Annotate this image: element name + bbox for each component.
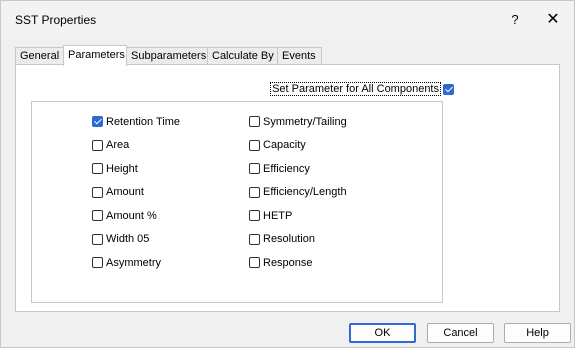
option-area[interactable]: Area [92, 134, 180, 158]
title-bar: SST Properties ? ✕ [1, 1, 574, 39]
option-resolution[interactable]: Resolution [249, 228, 347, 252]
hetp-checkbox[interactable] [249, 210, 260, 222]
retention-time-checkbox[interactable] [92, 116, 103, 128]
sst-properties-dialog: SST Properties ? ✕ General Parameters Su… [0, 0, 575, 348]
cancel-button[interactable]: Cancel [427, 323, 494, 343]
option-efficiency[interactable]: Efficiency [249, 157, 347, 181]
option-width-05[interactable]: Width 05 [92, 228, 180, 252]
tab-calculate-by[interactable]: Calculate By [207, 47, 278, 65]
option-retention-time[interactable]: Retention Time [92, 110, 180, 134]
ok-button[interactable]: OK [349, 323, 416, 343]
help-button[interactable]: Help [504, 323, 571, 343]
help-icon[interactable]: ? [505, 10, 525, 30]
option-label: Retention Time [106, 115, 180, 128]
symmetry-tailing-checkbox[interactable] [249, 116, 260, 128]
tab-events[interactable]: Events [277, 47, 322, 65]
option-amount[interactable]: Amount [92, 181, 180, 205]
option-hetp[interactable]: HETP [249, 204, 347, 228]
close-icon[interactable]: ✕ [541, 9, 565, 31]
option-symmetry-tailing[interactable]: Symmetry/Tailing [249, 110, 347, 134]
amount-checkbox[interactable] [92, 186, 103, 198]
capacity-checkbox[interactable] [249, 139, 260, 151]
window-title: SST Properties [15, 13, 97, 27]
set-all-components-label: Set Parameter for All Components [270, 82, 441, 96]
set-all-components-option[interactable]: Set Parameter for All Components [270, 82, 454, 96]
area-checkbox[interactable] [92, 139, 103, 151]
option-label: Efficiency [263, 162, 310, 175]
option-label: Symmetry/Tailing [263, 115, 347, 128]
parameter-groupbox: Retention Time Area Height Amount Amount… [31, 101, 443, 303]
option-label: Amount % [106, 209, 157, 222]
tab-parameters[interactable]: Parameters [63, 45, 127, 66]
amount-percent-checkbox[interactable] [92, 210, 103, 222]
option-asymmetry[interactable]: Asymmetry [92, 251, 180, 275]
right-parameter-column: Symmetry/Tailing Capacity Efficiency Eff… [249, 110, 347, 275]
option-label: Resolution [263, 233, 315, 246]
efficiency-length-checkbox[interactable] [249, 186, 260, 198]
option-label: Amount [106, 186, 144, 199]
option-height[interactable]: Height [92, 157, 180, 181]
option-label: Efficiency/Length [263, 186, 347, 199]
tab-subparameters[interactable]: Subparameters [126, 47, 208, 65]
option-efficiency-length[interactable]: Efficiency/Length [249, 181, 347, 205]
option-label: Asymmetry [106, 256, 161, 269]
efficiency-checkbox[interactable] [249, 163, 260, 175]
tab-general[interactable]: General [15, 47, 64, 65]
height-checkbox[interactable] [92, 163, 103, 175]
response-checkbox[interactable] [249, 257, 260, 269]
option-label: Height [106, 162, 138, 175]
resolution-checkbox[interactable] [249, 233, 260, 245]
width-05-checkbox[interactable] [92, 233, 103, 245]
option-label: Area [106, 139, 130, 152]
option-amount-percent[interactable]: Amount % [92, 204, 180, 228]
option-label: HETP [263, 209, 293, 222]
option-capacity[interactable]: Capacity [249, 134, 347, 158]
option-label: Capacity [263, 139, 306, 152]
option-label: Response [263, 256, 313, 269]
option-response[interactable]: Response [249, 251, 347, 275]
set-all-components-checkbox[interactable] [443, 83, 454, 95]
left-parameter-column: Retention Time Area Height Amount Amount… [92, 110, 180, 275]
asymmetry-checkbox[interactable] [92, 257, 103, 269]
parameters-panel: Set Parameter for All Components Retenti… [15, 64, 560, 312]
option-label: Width 05 [106, 233, 150, 246]
